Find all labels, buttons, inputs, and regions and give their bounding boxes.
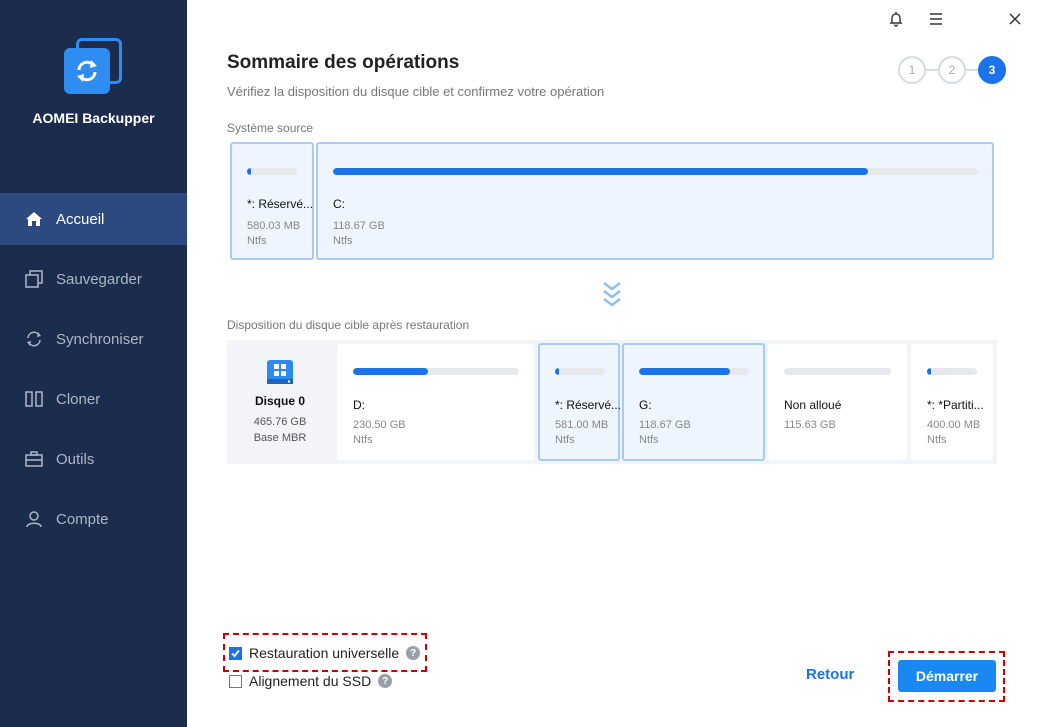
target-disk-info: Disque 0 465.76 GB Base MBR <box>227 342 333 462</box>
check-icon <box>231 649 240 657</box>
step-1: 1 <box>898 56 926 84</box>
partition-name: D: <box>353 398 365 412</box>
target-section-label: Disposition du disque cible après restau… <box>227 318 470 332</box>
backup-icon <box>24 269 44 289</box>
target-partition-reserved[interactable]: *: Réservé... 581.00 MB Ntfs <box>538 343 622 461</box>
sidebar-item-sauvegarder[interactable]: Sauvegarder <box>0 253 187 305</box>
partition-size: 580.03 MB <box>247 220 301 232</box>
universal-restore-checkbox[interactable] <box>229 646 242 660</box>
app-logo-icon <box>64 38 122 96</box>
partition-usage-bar <box>247 168 251 175</box>
partition-usage-bar <box>555 368 559 375</box>
sidebar-item-label: Cloner <box>56 390 101 408</box>
partition-size: 115.63 GB <box>784 419 836 431</box>
sidebar-item-accueil[interactable]: Accueil <box>0 193 187 245</box>
partition-name: Non alloué <box>784 398 842 412</box>
help-icon[interactable]: ? <box>406 646 421 660</box>
disk-name: Disque 0 <box>254 394 305 408</box>
partition-name: G: <box>639 398 652 412</box>
bell-icon[interactable] <box>885 8 907 30</box>
close-icon[interactable] <box>1004 8 1026 30</box>
target-partition-unallocated[interactable]: Non alloué 115.63 GB <box>768 344 907 460</box>
universal-restore-label: Restauration universelle <box>249 645 400 661</box>
step-2: 2 <box>938 56 966 84</box>
page-title: Sommaire des opérations <box>227 52 460 73</box>
partition-usage-bar <box>639 368 730 375</box>
disk-type: Base MBR <box>253 432 307 444</box>
partition-usage-bar <box>333 168 868 175</box>
partition-size: 118.67 GB <box>639 419 691 431</box>
step-3: 3 <box>978 56 1006 84</box>
sidebar-item-synchroniser[interactable]: Synchroniser <box>0 313 187 365</box>
app-name: AOMEI Backupper <box>32 110 155 126</box>
sidebar-item-label: Compte <box>56 510 109 528</box>
partition-usage-bar <box>927 368 931 375</box>
partition-name: *: *Partiti... <box>927 398 984 412</box>
partition-name: *: Réservé... <box>555 398 622 412</box>
sync-icon <box>24 329 44 349</box>
ssd-align-label: Alignement du SSD <box>249 673 372 689</box>
sidebar-item-label: Sauvegarder <box>56 270 142 288</box>
back-button[interactable]: Retour <box>806 666 854 683</box>
target-partition-d[interactable]: D: 230.50 GB Ntfs <box>337 344 534 460</box>
partition-size: 581.00 MB <box>555 419 609 431</box>
menu-icon[interactable] <box>925 8 947 30</box>
sidebar-item-label: Accueil <box>56 210 105 228</box>
target-partition-g[interactable]: G: 118.67 GB Ntfs <box>622 343 765 461</box>
home-icon <box>24 209 44 229</box>
partition-name: *: Réservé... <box>247 197 314 211</box>
sidebar-item-compte[interactable]: Compte <box>0 493 187 545</box>
partition-fs: Ntfs <box>247 235 267 247</box>
universal-restore-option[interactable]: Restauration universelle ? <box>229 645 421 661</box>
help-icon[interactable]: ? <box>378 674 393 688</box>
sidebar: AOMEI Backupper Accueil Sauvegarder Sync… <box>0 0 187 727</box>
partition-size: 118.67 GB <box>333 220 385 232</box>
user-icon <box>24 509 44 529</box>
partition-usage-bar <box>353 368 428 375</box>
start-button[interactable]: Démarrer <box>898 660 996 692</box>
source-partition-c[interactable]: C: 118.67 GB Ntfs <box>316 142 994 260</box>
source-section-label: Système source <box>227 121 314 135</box>
partition-fs: Ntfs <box>927 434 947 446</box>
sidebar-item-label: Synchroniser <box>56 330 144 348</box>
partition-fs: Ntfs <box>353 434 373 446</box>
toolbox-icon <box>24 449 44 469</box>
step-indicator: 1 2 3 <box>898 56 1006 84</box>
clone-icon <box>24 389 44 409</box>
partition-size: 400.00 MB <box>927 419 981 431</box>
ssd-align-option[interactable]: Alignement du SSD ? <box>229 673 393 689</box>
partition-size: 230.50 GB <box>353 419 406 431</box>
target-partition-other[interactable]: *: *Partiti... 400.00 MB Ntfs <box>911 344 993 460</box>
disk-capacity: 465.76 GB <box>253 416 307 428</box>
double-chevron-down-icon <box>601 280 623 315</box>
source-partition-reserved[interactable]: *: Réservé... 580.03 MB Ntfs <box>230 142 314 260</box>
partition-name: C: <box>333 197 345 211</box>
sidebar-item-outils[interactable]: Outils <box>0 433 187 485</box>
ssd-align-checkbox[interactable] <box>229 674 242 688</box>
sidebar-item-cloner[interactable]: Cloner <box>0 373 187 425</box>
page-subtitle: Vérifiez la disposition du disque cible … <box>227 84 605 99</box>
sidebar-item-label: Outils <box>56 450 95 468</box>
hard-disk-icon <box>267 360 293 384</box>
partition-fs: Ntfs <box>555 434 575 446</box>
partition-fs: Ntfs <box>639 434 659 446</box>
partition-fs: Ntfs <box>333 235 353 247</box>
